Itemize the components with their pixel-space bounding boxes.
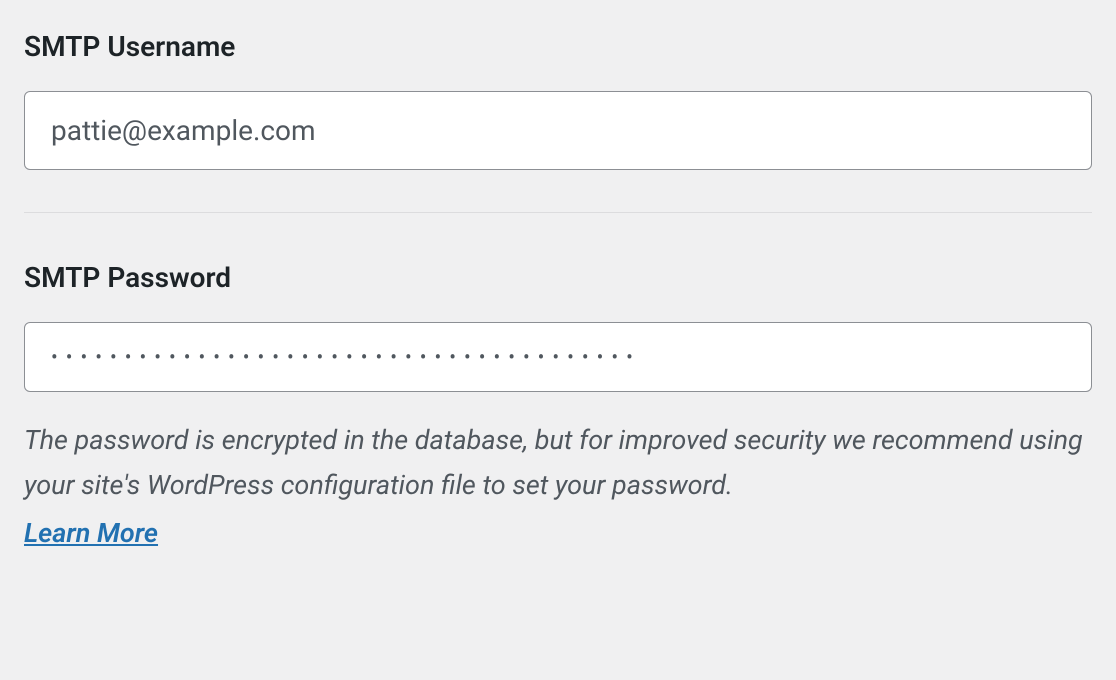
smtp-username-group: SMTP Username [24, 30, 1092, 170]
smtp-password-label: SMTP Password [24, 261, 1092, 294]
smtp-username-input[interactable] [24, 91, 1092, 170]
smtp-password-input[interactable] [24, 322, 1092, 392]
smtp-password-group: SMTP Password The password is encrypted … [24, 213, 1092, 549]
learn-more-link[interactable]: Learn More [24, 517, 158, 549]
smtp-settings-form: SMTP Username SMTP Password The password… [0, 0, 1116, 569]
smtp-password-description: The password is encrypted in the databas… [24, 418, 1092, 507]
smtp-username-label: SMTP Username [24, 30, 1092, 63]
